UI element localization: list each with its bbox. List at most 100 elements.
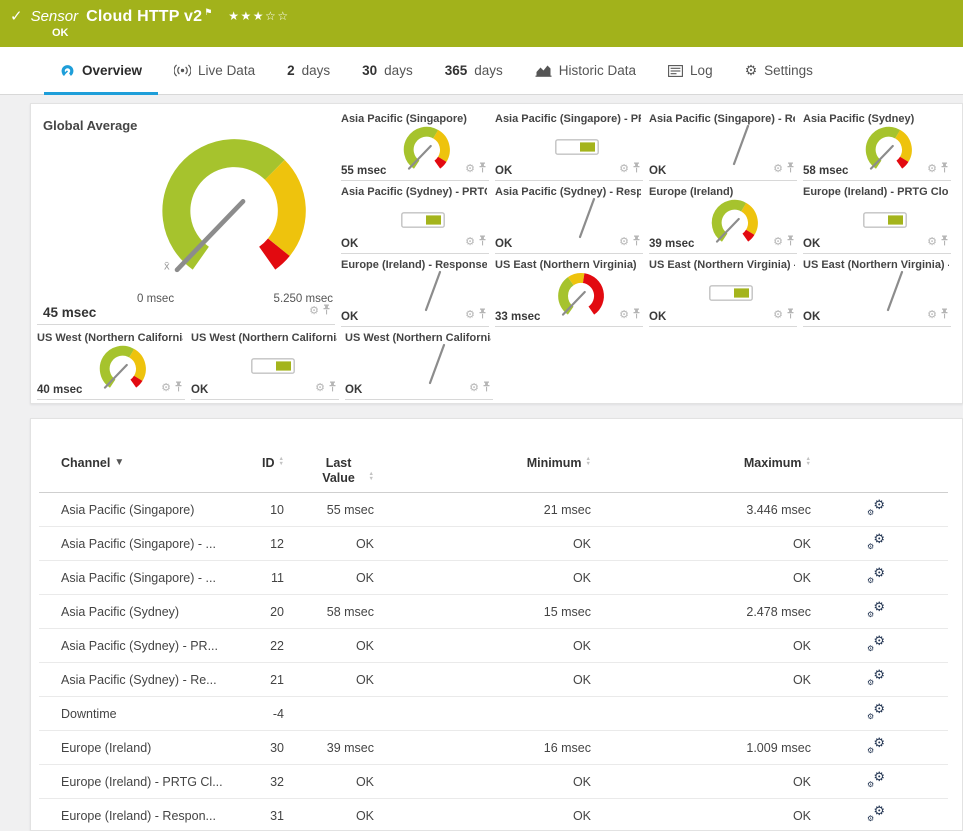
channel-tile[interactable]: US West (Northern California)...OK⚙: [191, 332, 339, 400]
channel-settings-icon[interactable]: ⚙ ⚙: [867, 804, 885, 823]
gauge-min-label: 0 msec: [137, 293, 175, 305]
gear-icon[interactable]: ⚙: [773, 309, 783, 321]
gear-icon[interactable]: ⚙: [773, 163, 783, 175]
pin-icon[interactable]: [632, 233, 641, 251]
flag-icon[interactable]: ⚑: [204, 7, 212, 18]
tile-value: 58 msec: [803, 165, 849, 177]
pin-icon[interactable]: [478, 160, 487, 178]
column-header-last-value[interactable]: Last Value ▲ ▼: [284, 456, 374, 486]
pin-icon[interactable]: [632, 306, 641, 324]
tile-title: Asia Pacific (Singapore) - PR...: [495, 113, 641, 125]
gauge-needle: [875, 267, 915, 320]
gear-icon[interactable]: ⚙: [927, 309, 937, 321]
channel-tile[interactable]: US East (Northern Virginia) - ... OK ⚙: [649, 259, 797, 327]
cell-channel: Asia Pacific (Singapore) - ...: [61, 570, 216, 585]
table-row: Europe (Ireland) - PRTG Cl... 32 OK OK OK ⚙ ⚙: [39, 765, 948, 799]
channel-tile[interactable]: US East (Northern Virginia) 33 msec ⚙: [495, 259, 643, 327]
channel-tile[interactable]: Asia Pacific (Singapore) - Res...OK⚙: [649, 113, 797, 181]
pin-icon[interactable]: [786, 306, 795, 324]
channel-settings-icon[interactable]: ⚙ ⚙: [867, 566, 885, 585]
gear-icon[interactable]: ⚙: [309, 305, 319, 317]
gear-icon[interactable]: ⚙: [619, 236, 629, 248]
tab-number: 30: [362, 63, 378, 78]
channel-tile[interactable]: Asia Pacific (Sydney) 58 msec ⚙: [803, 113, 951, 181]
cell-id: 12: [270, 536, 284, 551]
channel-tile[interactable]: Europe (Ireland) - Response C...OK⚙: [341, 259, 489, 327]
gear-icon[interactable]: ⚙: [927, 163, 937, 175]
pin-icon[interactable]: [478, 306, 487, 324]
cell-id: 20: [270, 604, 284, 619]
channel-tile[interactable]: Asia Pacific (Sydney) - Respo...OK⚙: [495, 186, 643, 254]
pin-icon[interactable]: [940, 306, 949, 324]
gear-icon[interactable]: ⚙: [469, 382, 479, 394]
channel-tile[interactable]: Europe (Ireland) - PRTG Cloud... OK ⚙: [803, 186, 951, 254]
channel-tile[interactable]: US West (Northern California)...OK⚙: [345, 332, 493, 400]
channel-settings-icon[interactable]: ⚙ ⚙: [867, 770, 885, 789]
pin-icon[interactable]: [632, 160, 641, 178]
tab-2-days[interactable]: 2 days: [271, 47, 346, 94]
tab-overview[interactable]: Overview: [44, 47, 159, 95]
pin-icon[interactable]: [786, 233, 795, 251]
channel-settings-icon[interactable]: ⚙ ⚙: [867, 702, 885, 721]
sort-icon: ▲ ▼: [805, 456, 811, 467]
channel-tile[interactable]: Asia Pacific (Singapore) 55 msec ⚙: [341, 113, 489, 181]
tile-value: 33 msec: [495, 311, 541, 323]
cell-maximum: 3.446 msec: [746, 502, 811, 517]
tile-global-average[interactable]: Global Average x̄ 0 msec 5.250 msec 45 m…: [37, 113, 335, 325]
cell-channel: Asia Pacific (Singapore): [61, 502, 195, 517]
pin-icon[interactable]: [322, 302, 331, 320]
pin-icon[interactable]: [174, 379, 183, 397]
column-header-minimum[interactable]: Minimum ▲ ▼: [374, 456, 591, 471]
pin-icon[interactable]: [940, 233, 949, 251]
channel-tile[interactable]: US West (Northern California) 40 msec ⚙: [37, 332, 185, 400]
cell-last-value: OK: [355, 570, 374, 585]
channel-settings-icon[interactable]: ⚙ ⚙: [867, 600, 885, 619]
gear-icon[interactable]: ⚙: [619, 163, 629, 175]
channel-tile[interactable]: Asia Pacific (Sydney) - PRTG ... OK ⚙: [341, 186, 489, 254]
tab-live-data[interactable]: Live Data: [158, 47, 271, 94]
tab-log[interactable]: Log: [652, 47, 729, 94]
gear-icon[interactable]: ⚙: [619, 309, 629, 321]
channel-settings-icon[interactable]: ⚙ ⚙: [867, 532, 885, 551]
pin-icon[interactable]: [478, 233, 487, 251]
channel-settings-icon[interactable]: ⚙ ⚙: [867, 498, 885, 517]
gear-icon[interactable]: ⚙: [465, 163, 475, 175]
tile-value: OK: [341, 238, 359, 250]
pin-icon[interactable]: [482, 379, 491, 397]
channel-settings-icon[interactable]: ⚙ ⚙: [867, 736, 885, 755]
channel-tile[interactable]: Europe (Ireland) 39 msec ⚙: [649, 186, 797, 254]
column-header-channel[interactable]: Channel ▼: [61, 456, 241, 471]
cell-last-value: 39 msec: [326, 740, 374, 755]
gear-icon[interactable]: ⚙: [927, 236, 937, 248]
tab-365-days[interactable]: 365 days: [429, 47, 519, 94]
gear-icon[interactable]: ⚙: [465, 236, 475, 248]
global-average-gauge: x̄: [140, 125, 328, 291]
cell-id: 31: [270, 808, 284, 823]
priority-stars[interactable]: ★★★☆☆: [228, 9, 289, 23]
cell-last-value: 58 msec: [326, 604, 374, 619]
historic-icon: [535, 64, 552, 77]
pin-icon[interactable]: [940, 160, 949, 178]
gear-icon[interactable]: ⚙: [465, 309, 475, 321]
channel-tile[interactable]: Asia Pacific (Singapore) - PR... OK ⚙: [495, 113, 643, 181]
channel-settings-icon[interactable]: ⚙ ⚙: [867, 634, 885, 653]
cell-last-value: OK: [355, 672, 374, 687]
cell-maximum: OK: [792, 672, 811, 687]
cell-minimum: 21 msec: [543, 502, 591, 517]
tab-historic-data[interactable]: Historic Data: [519, 47, 652, 94]
column-header-maximum[interactable]: Maximum ▲ ▼: [591, 456, 811, 471]
tab-30-days[interactable]: 30 days: [346, 47, 429, 94]
pin-icon[interactable]: [328, 379, 337, 397]
channel-tile[interactable]: US East (Northern Virginia) - ... OK ⚙: [803, 259, 951, 327]
column-header-id[interactable]: ID ▲ ▼: [241, 456, 284, 471]
tile-value: OK: [649, 311, 667, 323]
gear-icon[interactable]: ⚙: [773, 236, 783, 248]
gear-icon[interactable]: ⚙: [315, 382, 325, 394]
channel-settings-icon[interactable]: ⚙ ⚙: [867, 668, 885, 687]
pin-icon[interactable]: [786, 160, 795, 178]
tab-settings[interactable]: ⚙ Settings: [729, 47, 829, 94]
tile-title: Europe (Ireland) - PRTG Cloud...: [803, 186, 949, 198]
broadcast-icon: [174, 64, 192, 77]
tab-label: days: [384, 63, 413, 78]
gear-icon[interactable]: ⚙: [161, 382, 171, 394]
